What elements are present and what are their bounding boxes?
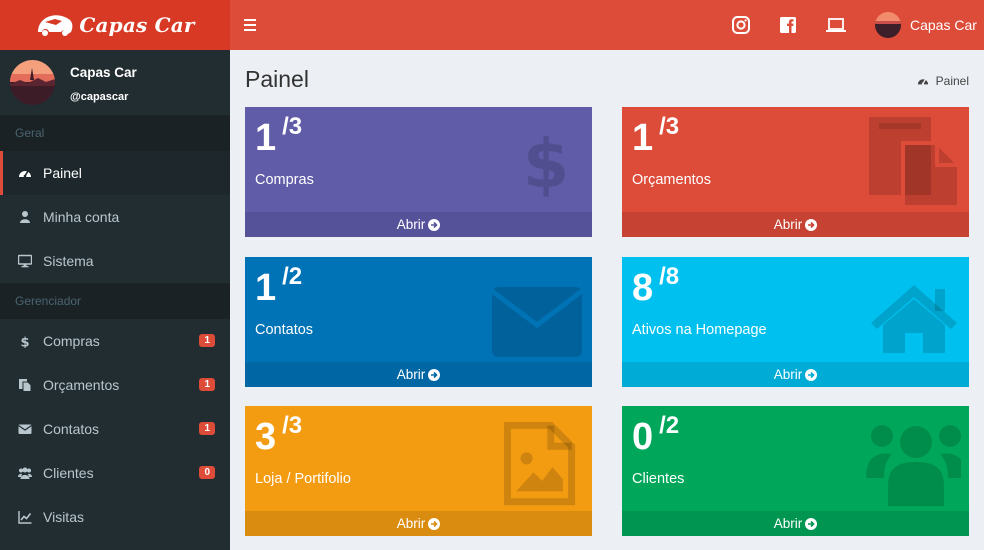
stat-number: 1/3 [632,113,680,159]
dollar-icon: $ [526,125,569,203]
stat-box-compras: 1/3 Compras $ Abrir [245,107,592,237]
sidebar-item-label: Painel [43,165,82,181]
stat-number: 1/3 [255,113,303,159]
car-cover-icon [38,15,73,36]
brand-logo[interactable]: Capas Car [0,0,230,50]
copy-icon [18,378,32,392]
user-icon [18,210,32,224]
user-panel-handle: @capascar [70,91,129,103]
users-icon [18,466,32,480]
image-file-icon [504,422,576,506]
stat-number: 1/2 [255,263,303,309]
stat-label: Loja / Portifolio [255,471,351,487]
page-title: Painel [245,66,309,92]
sidebar-header-gerenciador: Gerenciador [0,283,230,319]
user-menu[interactable]: Capas Car [875,12,977,38]
count-badge: 0 [199,466,215,479]
sidebar-item-minha-conta[interactable]: Minha conta [0,195,230,239]
stat-number: 8/8 [632,263,680,309]
copy-icon [869,117,959,207]
breadcrumb[interactable]: Painel [917,74,969,88]
sidebar-item-label: Minha conta [43,209,120,225]
svg-text:$: $ [526,125,569,203]
sidebar-item-label: Sistema [43,253,94,269]
stat-label: Contatos [255,322,314,338]
envelope-icon [18,422,32,436]
stat-box-loja-portifolio: 3/3 Loja / Portifolio Abrir [245,406,592,536]
arrow-circle-right-icon [805,517,818,530]
count-badge: 1 [199,378,215,391]
stat-label: Clientes [632,471,685,487]
desktop-icon [18,254,32,268]
envelope-icon [492,287,582,357]
user-panel-name: Capas Car [70,65,137,80]
line-chart-icon [18,510,32,524]
open-link[interactable]: Abrir [245,212,592,237]
sidebar-item-label: Clientes [43,465,94,481]
sidebar-item-visitas[interactable]: Visitas [0,495,230,539]
open-link[interactable]: Abrir [622,362,969,387]
user-panel-avatar [10,60,55,105]
stat-number: 3/3 [255,412,303,458]
stat-label: Ativos na Homepage [632,322,767,338]
dashboard-icon [917,78,928,85]
sidebar-item-label: Contatos [43,421,100,437]
stat-number: 0/2 [632,412,680,458]
user-panel: Capas Car @capascar [0,50,230,115]
sidebar-item-label: Orçamentos [43,377,120,393]
sidebar-item-painel[interactable]: Painel [0,151,230,195]
sidebar-item-label: Visitas [43,509,84,525]
stat-label: Compras [255,172,314,188]
stat-box-ativos-homepage: 8/8 Ativos na Homepage Abrir [622,257,969,387]
open-link[interactable]: Abrir [245,362,592,387]
sidebar-item-clientes[interactable]: Clientes 0 [0,451,230,495]
sidebar-item-contatos[interactable]: Contatos 1 [0,407,230,451]
stat-box-orcamentos: 1/3 Orçamentos Abrir [622,107,969,237]
dashboard-icon [18,166,32,180]
top-navbar: Capas Car [230,0,984,50]
arrow-circle-right-icon [428,368,441,381]
sidebar-header-geral: Geral [0,115,230,151]
instagram-icon[interactable] [731,15,751,35]
sidebar-item-orcamentos[interactable]: Orçamentos 1 [0,363,230,407]
home-icon [871,285,957,353]
sidebar: Capas Car @capascar Geral Painel Minha c… [0,50,230,550]
arrow-circle-right-icon [805,368,818,381]
user-name: Capas Car [910,17,977,33]
sidebar-item-sistema[interactable]: Sistema [0,239,230,283]
users-icon [866,425,961,506]
dollar-icon: $ [18,334,32,349]
count-badge: 1 [199,334,215,347]
facebook-icon[interactable] [778,15,798,35]
arrow-circle-right-icon [805,218,818,231]
open-link[interactable]: Abrir [622,212,969,237]
user-avatar [875,12,901,38]
arrow-circle-right-icon [428,517,441,530]
sidebar-item-compras[interactable]: $ Compras 1 [0,319,230,363]
svg-text:$: $ [20,336,29,349]
open-link[interactable]: Abrir [245,511,592,536]
brand-name: Capas Car [79,13,195,37]
arrow-circle-right-icon [428,218,441,231]
breadcrumb-item: Painel [935,74,969,88]
count-badge: 1 [199,422,215,435]
sidebar-toggle-button[interactable] [244,14,258,36]
stat-box-clientes: 0/2 Clientes Abrir [622,406,969,536]
open-link[interactable]: Abrir [622,511,969,536]
sidebar-item-label: Compras [43,333,100,349]
stat-label: Orçamentos [632,172,711,188]
stat-box-contatos: 1/2 Contatos Abrir [245,257,592,387]
laptop-icon[interactable] [825,15,847,35]
